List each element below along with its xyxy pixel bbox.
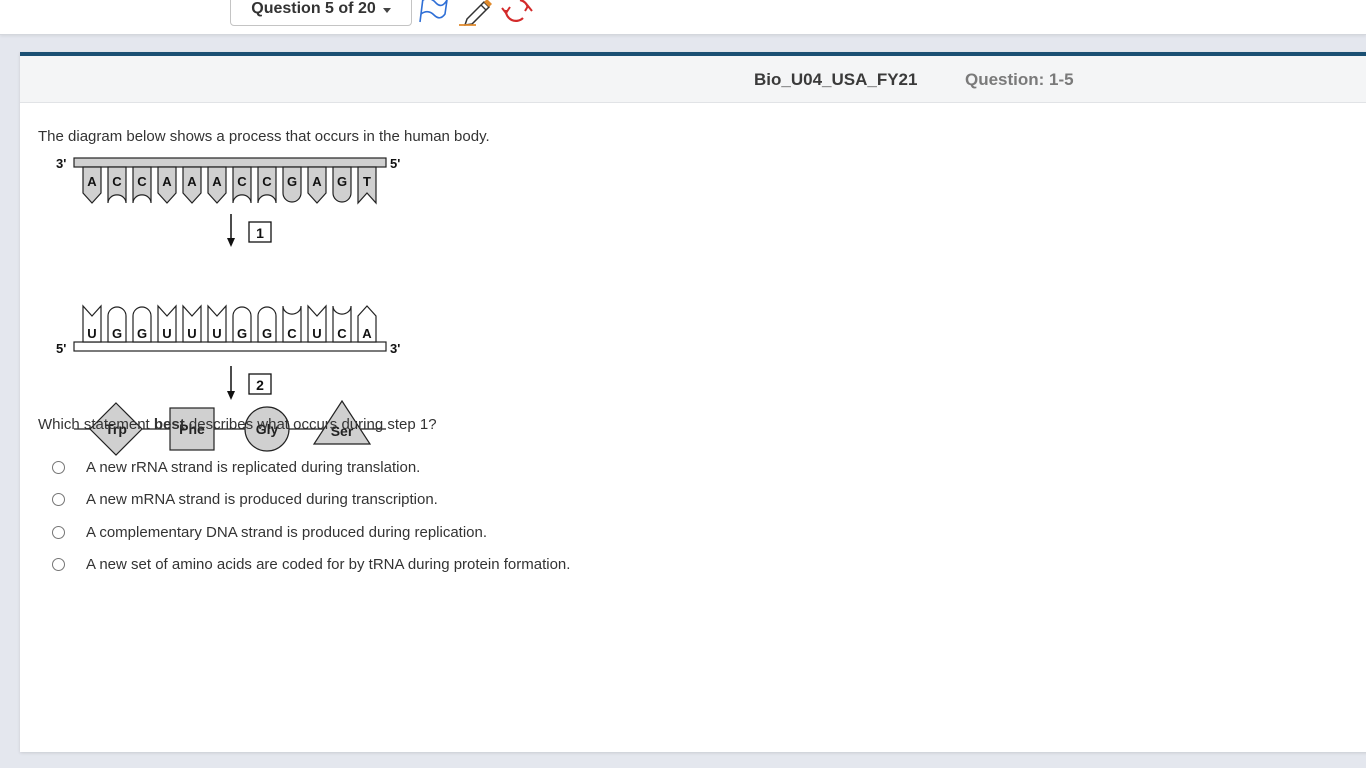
mrna-base-letter: U — [212, 326, 221, 341]
question-intro: The diagram below shows a process that o… — [38, 128, 490, 145]
step-2-arrow — [227, 366, 235, 400]
answer-choice-label: A new rRNA strand is replicated during t… — [86, 458, 421, 476]
mrna-base-letter: A — [362, 326, 372, 341]
question-selector-dropdown[interactable]: Question 5 of 20 — [230, 0, 412, 26]
mrna-strand: UGGUUUGGCUCA — [73, 304, 387, 352]
mrna-base-letter: U — [87, 326, 96, 341]
answer-choice-label: A new set of amino acids are coded for b… — [86, 555, 571, 573]
test-name: Bio_U04_USA_FY21 — [754, 70, 918, 89]
dna-base-letter: A — [162, 174, 172, 189]
mrna-backbone — [73, 341, 387, 352]
refresh-icon[interactable] — [500, 0, 534, 26]
dna-base-letter: A — [87, 174, 97, 189]
mrna-base-letter: C — [337, 326, 347, 341]
prompt-emphasis: best — [153, 416, 185, 433]
top-toolbar: Question 5 of 20 — [0, 0, 1366, 35]
prompt-text-start: Which statement — [38, 416, 154, 433]
dna-base-letter: G — [287, 174, 297, 189]
mrna-base-letter: U — [187, 326, 196, 341]
answer-choice-c[interactable]: A complementary DNA strand is produced d… — [52, 521, 487, 543]
radio-button[interactable] — [52, 460, 65, 474]
dna-base-letter: C — [137, 174, 147, 189]
dna-base-letter: C — [112, 174, 122, 189]
question-prompt: Which statement best describes what occu… — [38, 416, 437, 433]
dna-base-letter: C — [262, 174, 272, 189]
dna-base-letter: A — [187, 174, 197, 189]
mrna-base-letter: G — [237, 326, 247, 341]
radio-button[interactable] — [52, 492, 65, 506]
pencil-icon[interactable] — [458, 0, 494, 26]
mrna-base-letter: U — [312, 326, 321, 341]
answer-choice-a[interactable]: A new rRNA strand is replicated during t… — [52, 456, 420, 478]
dna-strand: ACCAAACCGAGT — [73, 157, 387, 205]
question-selector-label: Question 5 of 20 — [251, 0, 376, 17]
caret-down-icon — [382, 7, 391, 13]
dna-base-letter: C — [237, 174, 247, 189]
dna-base-letter: T — [363, 174, 371, 189]
mrna-3prime-label: 3' — [390, 341, 400, 356]
dna-base-letter: G — [337, 174, 347, 189]
mrna-5prime-label: 5' — [56, 341, 66, 356]
prompt-text-end: describes what occurs during step 1? — [184, 416, 437, 433]
protein-synthesis-diagram: ACCAAACCGAGT 3' 5' 1 UGGUUUGGCUCA 5' 3' … — [56, 156, 400, 400]
dna-5prime-label: 5' — [390, 156, 400, 171]
mrna-base-letter: C — [287, 326, 297, 341]
step-1-arrow — [227, 214, 235, 247]
mrna-base-letter: G — [137, 326, 147, 341]
question-header: Bio_U04_USA_FY21 Question: 1-5 — [20, 56, 1366, 103]
dna-base-letter: A — [212, 174, 222, 189]
question-number: Question: 1-5 — [965, 70, 1074, 89]
question-card: Bio_U04_USA_FY21 Question: 1-5 The diagr… — [20, 52, 1366, 752]
answer-choice-label: A new mRNA strand is produced during tra… — [86, 490, 438, 508]
answer-choice-label: A complementary DNA strand is produced d… — [86, 523, 488, 541]
flag-icon[interactable] — [418, 0, 450, 24]
dna-backbone — [73, 157, 387, 168]
mrna-base-letter: G — [262, 326, 272, 341]
step-1-label: 1 — [256, 225, 264, 241]
answer-choice-d[interactable]: A new set of amino acids are coded for b… — [52, 553, 570, 575]
mrna-base-letter: U — [162, 326, 171, 341]
step-2-label: 2 — [256, 377, 264, 393]
radio-button[interactable] — [52, 525, 65, 539]
dna-base-letter: A — [312, 174, 322, 189]
radio-button[interactable] — [52, 557, 65, 571]
answer-choice-b[interactable]: A new mRNA strand is produced during tra… — [52, 488, 438, 510]
mrna-base-letter: G — [112, 326, 122, 341]
dna-3prime-label: 3' — [56, 156, 66, 171]
